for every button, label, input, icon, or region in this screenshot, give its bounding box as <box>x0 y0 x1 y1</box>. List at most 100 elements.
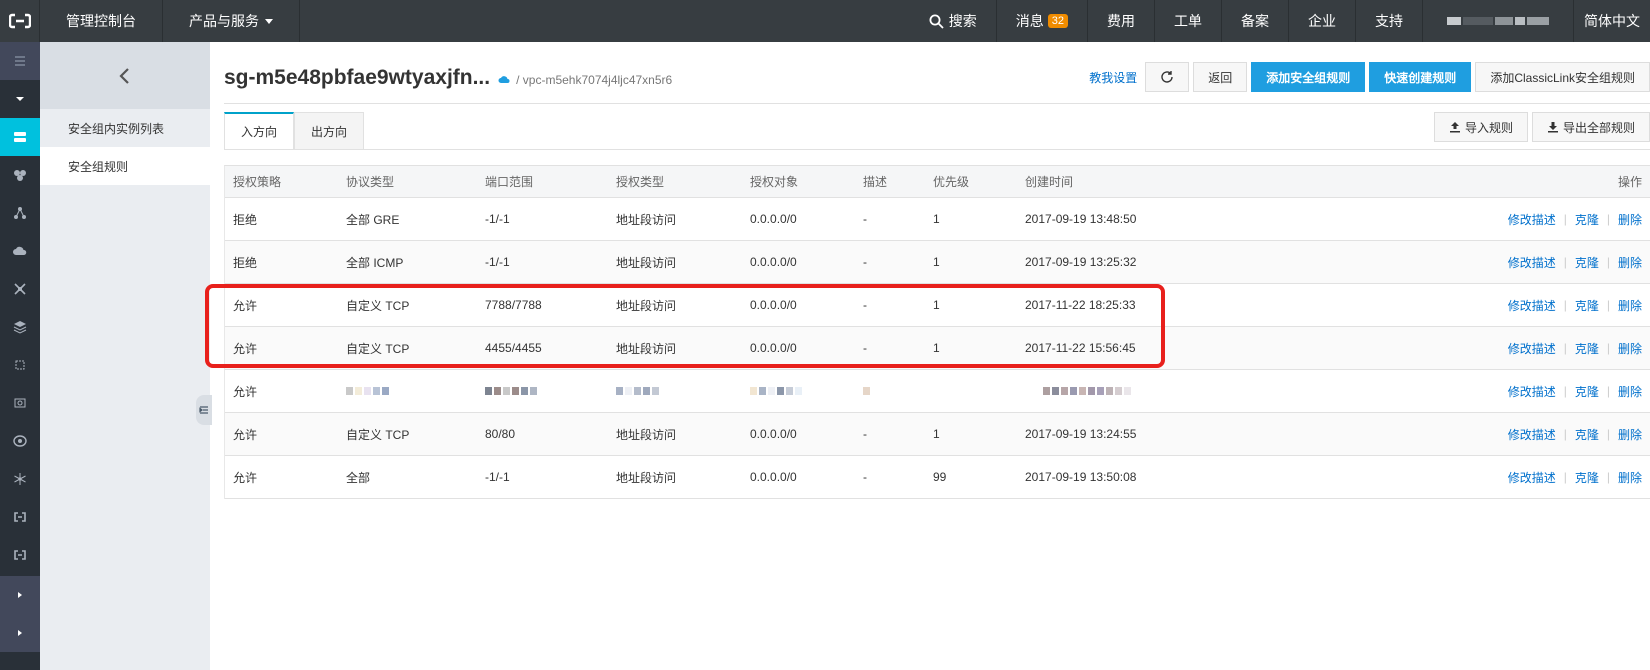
billing-label: 费用 <box>1107 13 1135 29</box>
aliyun-logo-icon[interactable] <box>0 0 40 42</box>
rules-table: 授权策略 协议类型 端口范围 授权类型 授权对象 描述 优先级 创建时间 操作 … <box>224 165 1650 499</box>
products-menu[interactable]: 产品与服务 <box>163 0 300 42</box>
add-rule-button[interactable]: 添加安全组规则 <box>1251 62 1366 92</box>
cell-protocol: 自定义 TCP <box>346 298 410 313</box>
cell-description-obscured <box>863 370 870 412</box>
clone-link[interactable]: 克隆 <box>1575 254 1599 271</box>
edit-description-link[interactable]: 修改描述 <box>1508 297 1556 314</box>
edit-description-link[interactable]: 修改描述 <box>1508 211 1556 228</box>
search-button[interactable]: 搜索 <box>910 0 996 42</box>
tab-divider <box>224 149 1650 150</box>
separator: | <box>1606 212 1610 226</box>
rail-expand-2[interactable] <box>0 614 40 652</box>
clone-link[interactable]: 克隆 <box>1575 211 1599 228</box>
cell-actions: 修改描述 | 克隆 | 删除 <box>1508 456 1642 498</box>
menu-toggle[interactable] <box>0 42 40 80</box>
subnav-item-instances[interactable]: 安全组内实例列表 <box>40 109 210 147</box>
separator: | <box>1563 384 1567 398</box>
table-row: 拒绝 全部 ICMP -1/-1 地址段访问 0.0.0.0/0 - 1 201… <box>225 241 1650 284</box>
table-row: 允许 自定义 TCP 4455/4455 地址段访问 0.0.0.0/0 - 1… <box>225 327 1650 370</box>
col-port: 端口范围 <box>485 175 534 189</box>
delete-link[interactable]: 删除 <box>1618 211 1642 228</box>
cell-created: 2017-09-19 13:50:08 <box>1025 470 1137 484</box>
cell-priority: 1 <box>933 298 940 312</box>
cell-protocol: 自定义 TCP <box>346 427 410 442</box>
rail-item-5[interactable] <box>0 270 40 308</box>
clone-link[interactable]: 克隆 <box>1575 340 1599 357</box>
support-label: 支持 <box>1375 13 1403 29</box>
edit-description-link[interactable]: 修改描述 <box>1508 469 1556 486</box>
rail-item-6[interactable] <box>0 308 40 346</box>
cell-policy: 允许 <box>233 341 258 356</box>
billing-link[interactable]: 费用 <box>1087 0 1154 42</box>
table-row: 允许 修改描述 | 克隆 | 删除 <box>225 370 1650 413</box>
edit-description-link[interactable]: 修改描述 <box>1508 254 1556 271</box>
clone-link[interactable]: 克隆 <box>1575 426 1599 443</box>
refresh-icon <box>1161 71 1173 83</box>
cell-description: - <box>863 255 867 269</box>
separator: | <box>1563 212 1567 226</box>
delete-link[interactable]: 删除 <box>1618 340 1642 357</box>
export-rules-button[interactable]: 导出全部规则 <box>1531 112 1650 142</box>
clone-link[interactable]: 克隆 <box>1575 297 1599 314</box>
subnav-item-label: 安全组规则 <box>68 159 129 174</box>
separator: | <box>1606 470 1610 484</box>
classic-link-button[interactable]: 添加ClassicLink安全组规则 <box>1475 62 1650 92</box>
server-icon <box>14 132 26 142</box>
console-link[interactable]: 管理控制台 <box>40 0 163 42</box>
rail-item-7[interactable] <box>0 346 40 384</box>
upload-icon <box>1449 122 1460 133</box>
rail-dropdown[interactable] <box>0 80 40 118</box>
refresh-button[interactable] <box>1145 62 1190 92</box>
help-link[interactable]: 教我设置 <box>1089 69 1137 86</box>
cell-description: - <box>863 341 867 355</box>
cell-priority: 99 <box>933 470 947 484</box>
support-link[interactable]: 支持 <box>1355 0 1422 42</box>
enterprise-link[interactable]: 企业 <box>1288 0 1355 42</box>
tab-inbound[interactable]: 入方向 <box>224 112 295 150</box>
delete-link[interactable]: 删除 <box>1618 254 1642 271</box>
sidebar-collapse-handle[interactable] <box>196 395 212 425</box>
caret-right-icon <box>18 592 22 598</box>
tickets-link[interactable]: 工单 <box>1154 0 1221 42</box>
delete-link[interactable]: 删除 <box>1618 297 1642 314</box>
rail-item-servers[interactable] <box>0 118 40 156</box>
language-label: 简体中文 <box>1584 13 1640 29</box>
clone-link[interactable]: 克隆 <box>1575 469 1599 486</box>
delete-link[interactable]: 删除 <box>1618 383 1642 400</box>
rail-item-11[interactable] <box>0 498 40 536</box>
subnav-item-rules[interactable]: 安全组规则 <box>40 147 210 185</box>
back-button-main[interactable]: 返回 <box>1193 62 1248 92</box>
edit-description-link[interactable]: 修改描述 <box>1508 383 1556 400</box>
tab-outbound[interactable]: 出方向 <box>294 112 365 150</box>
products-label: 产品与服务 <box>189 13 259 29</box>
cell-actions: 修改描述 | 克隆 | 删除 <box>1508 241 1642 283</box>
user-menu[interactable] <box>1422 0 1573 42</box>
rail-item-3[interactable] <box>0 194 40 232</box>
rail-item-12[interactable] <box>0 536 40 574</box>
rail-item-10[interactable] <box>0 460 40 498</box>
import-rules-button[interactable]: 导入规则 <box>1433 112 1528 142</box>
delete-link[interactable]: 删除 <box>1618 426 1642 443</box>
rail-item-9[interactable] <box>0 422 40 460</box>
rail-expand-1[interactable] <box>0 576 40 614</box>
quick-rule-button[interactable]: 快速创建规则 <box>1369 62 1472 92</box>
edit-description-link[interactable]: 修改描述 <box>1508 426 1556 443</box>
rail-item-8[interactable] <box>0 384 40 422</box>
delete-link[interactable]: 删除 <box>1618 469 1642 486</box>
separator: | <box>1606 427 1610 441</box>
rail-item-4[interactable] <box>0 232 40 270</box>
table-row: 允许 自定义 TCP 7788/7788 地址段访问 0.0.0.0/0 - 1… <box>225 284 1650 327</box>
messages-button[interactable]: 消息 32 <box>995 0 1087 42</box>
cell-port: -1/-1 <box>485 212 510 226</box>
clone-link[interactable]: 克隆 <box>1575 383 1599 400</box>
cell-port: -1/-1 <box>485 255 510 269</box>
icp-link[interactable]: 备案 <box>1221 0 1288 42</box>
back-button[interactable] <box>40 42 210 109</box>
edit-description-link[interactable]: 修改描述 <box>1508 340 1556 357</box>
cell-port: -1/-1 <box>485 470 510 484</box>
cell-port: 80/80 <box>485 427 516 441</box>
rail-item-2[interactable] <box>0 156 40 194</box>
language-switch[interactable]: 简体中文 <box>1573 0 1650 42</box>
cell-priority: 1 <box>933 255 940 269</box>
